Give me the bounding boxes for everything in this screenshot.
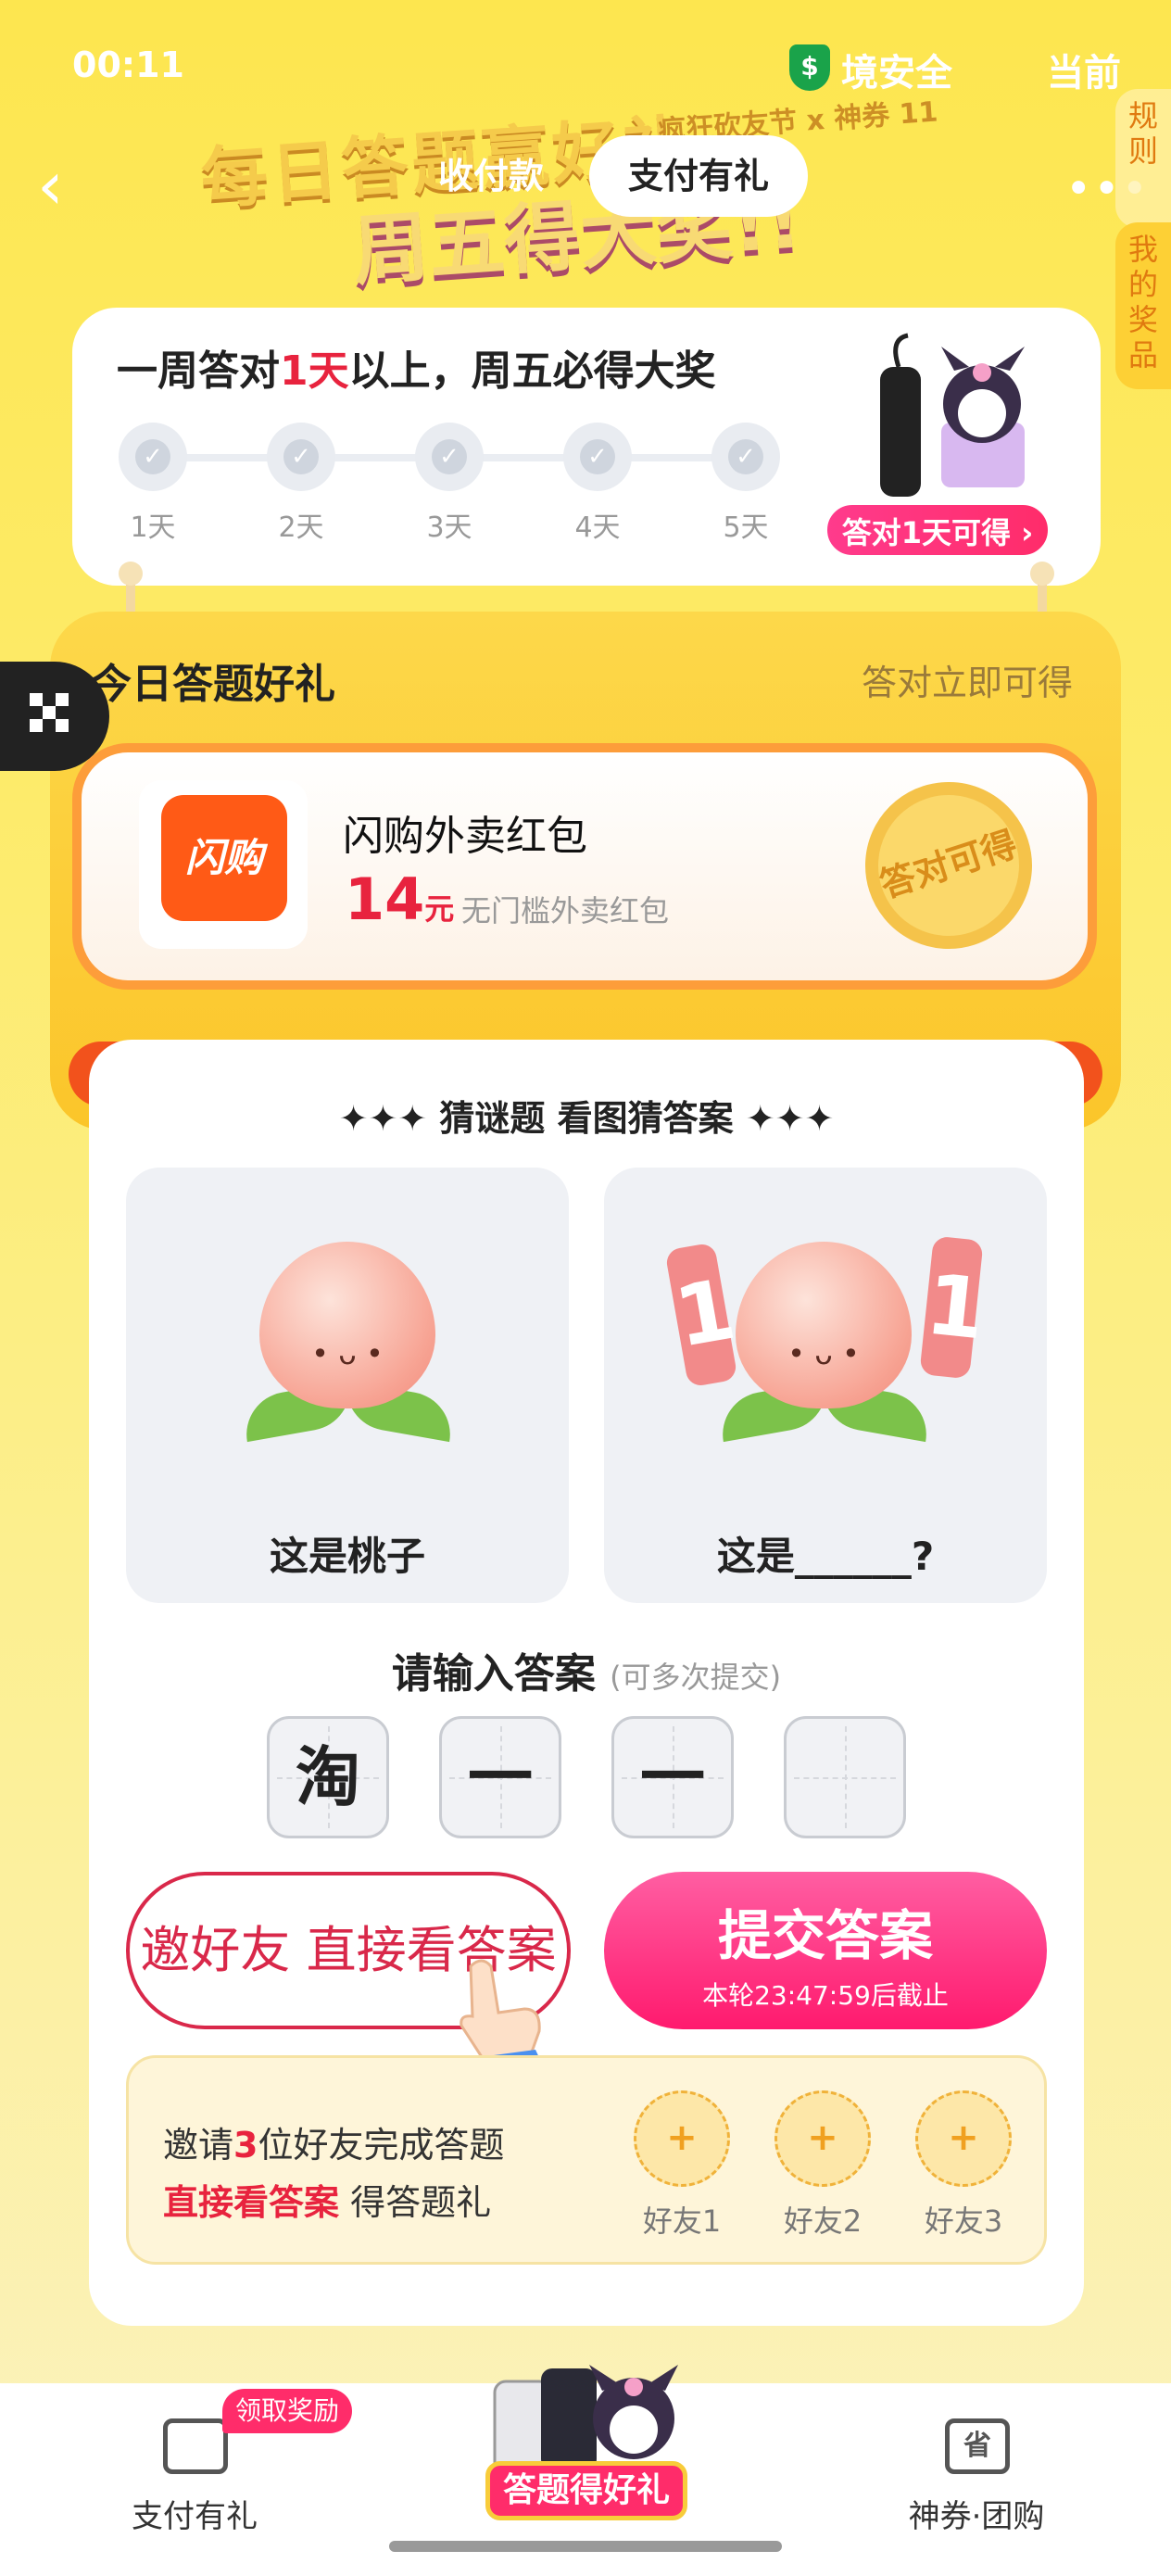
add-friend-1-button[interactable]: + xyxy=(634,2090,730,2187)
my-prizes-tab[interactable]: 我的奖品 xyxy=(1115,222,1171,389)
back-arrow-icon[interactable]: ‹ xyxy=(37,148,93,222)
quiz-heading: ✦✦✦ 猜谜题 看图猜答案 ✦✦✦ xyxy=(338,1098,835,1139)
status-time: 00:11 xyxy=(72,44,184,85)
add-friend-2-button[interactable]: + xyxy=(774,2090,871,2187)
shield-icon: $ xyxy=(789,44,830,91)
add-friend-3-button[interactable]: + xyxy=(915,2090,1012,2187)
tab-label: 神券·团购 xyxy=(908,2498,1045,2535)
rope-knob xyxy=(119,562,143,586)
umbrella-plush-prize-image xyxy=(880,333,1025,497)
tab-label: 支付有礼 xyxy=(132,2498,258,2535)
today-gift-hint: 答对立即可得 xyxy=(862,663,1074,703)
day-check-icon: ✓ xyxy=(563,423,632,491)
rules-tab[interactable]: 规则 xyxy=(1115,89,1171,228)
coupon-icon: 省 xyxy=(945,2418,1010,2474)
day-check-icon: ✓ xyxy=(119,423,187,491)
home-indicator xyxy=(389,2541,782,2552)
peach-face: • ᴗ • xyxy=(311,1336,384,1371)
week-title: 一周答对1天以上，周五必得大奖 xyxy=(117,347,716,395)
day-check-icon: ✓ xyxy=(267,423,335,491)
answer-cell-2[interactable]: 一 xyxy=(439,1716,561,1838)
day-label: 1天 xyxy=(130,511,176,544)
gift-name: 闪购外卖红包 xyxy=(343,813,587,860)
prize-pill-button[interactable]: 答对1天可得 › xyxy=(825,502,1051,558)
invite-text-1: 邀请3位好友完成答题 xyxy=(163,2125,505,2166)
friend-label: 好友3 xyxy=(924,2203,1003,2239)
friend-label: 好友1 xyxy=(642,2203,722,2239)
quiz-caption-right: 这是______? xyxy=(716,1534,935,1579)
claim-reward-badge: 领取奖励 xyxy=(222,2389,352,2433)
day-label: 4天 xyxy=(574,511,621,544)
gift-desc: 无门槛外卖红包 xyxy=(461,893,670,928)
status-right-text: 当前 xyxy=(1047,52,1121,95)
day-label: 2天 xyxy=(278,511,324,544)
quiz-caption-left: 这是桃子 xyxy=(269,1534,425,1579)
invite-text-2: 直接看答案 得答题礼 xyxy=(163,2182,492,2223)
today-gift-title: 今日答题好礼 xyxy=(91,661,335,708)
day-label: 5天 xyxy=(723,511,769,544)
shangou-app-icon: 闪购 xyxy=(161,795,287,921)
friend-label: 好友2 xyxy=(783,2203,863,2239)
answer-input-label: 请输入答案 (可多次提交) xyxy=(391,1650,782,1698)
submit-label: 提交答案 xyxy=(717,1904,933,1967)
day-check-icon: ✓ xyxy=(415,423,484,491)
rope-knob xyxy=(1030,562,1054,586)
tab-payment[interactable]: 收付款 xyxy=(398,135,584,217)
submit-answer-button[interactable]: 提交答案 本轮23:47:59后截止 xyxy=(604,1872,1047,2029)
answer-cell-1[interactable]: 淘 xyxy=(267,1716,389,1838)
tab-payment-gift[interactable]: 支付有礼 xyxy=(589,135,808,217)
day-check-icon: ✓ xyxy=(711,423,780,491)
answer-cell-4[interactable] xyxy=(784,1716,906,1838)
gift-icon xyxy=(163,2418,228,2474)
tab-quiz-center[interactable]: 答题得好礼 xyxy=(485,2461,687,2520)
peach-face: • ᴗ • xyxy=(787,1336,860,1371)
submit-deadline: 本轮23:47:59后截止 xyxy=(702,1980,949,2011)
answer-cell-3[interactable]: 一 xyxy=(611,1716,734,1838)
gift-amount: 14元 xyxy=(345,865,455,933)
day-label: 3天 xyxy=(426,511,472,544)
tab-coupons[interactable]: 省 神券·团购 xyxy=(856,2400,1097,2539)
